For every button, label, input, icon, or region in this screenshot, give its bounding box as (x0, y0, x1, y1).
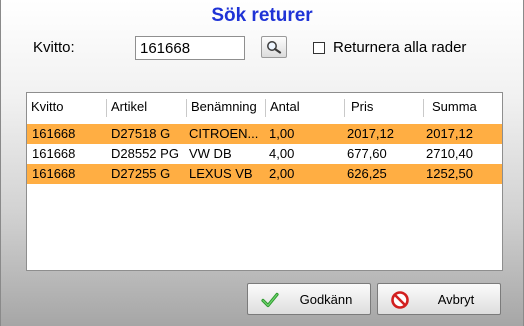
cell-antal: 1,00 (269, 126, 295, 141)
cell-summa: 2017,12 (426, 126, 473, 141)
table-row[interactable]: 161668 D27255 G LEXUS VB 2,00 626,25 125… (27, 164, 502, 184)
magnifier-icon (267, 41, 282, 54)
column-header-summa[interactable]: Summa (424, 93, 502, 121)
search-button[interactable] (261, 36, 287, 58)
table-header: Kvitto Artikel Benämning Antal Pris Summ… (27, 93, 502, 121)
approve-button-label: Godkänn (299, 292, 353, 307)
cell-kvitto: 161668 (32, 126, 76, 141)
cell-pris: 626,25 (347, 166, 387, 181)
cell-antal: 4,00 (269, 146, 295, 161)
cell-kvitto: 161668 (32, 146, 76, 161)
cell-benamning: CITROEN... (189, 126, 259, 141)
dialog-title: Sök returer (211, 5, 313, 26)
kvitto-label: Kvitto: (33, 39, 75, 56)
column-header-benamning[interactable]: Benämning (187, 93, 265, 121)
cell-antal: 2,00 (269, 166, 295, 181)
column-header-pris[interactable]: Pris (345, 93, 423, 121)
cell-kvitto: 161668 (32, 166, 76, 181)
approve-button[interactable]: Godkänn (247, 283, 371, 315)
kvitto-input[interactable] (135, 36, 245, 60)
cell-summa: 1252,50 (426, 166, 473, 181)
table-row[interactable]: 161668 D27518 G CITROEN... 1,00 2017,12 … (27, 124, 502, 144)
cancel-button-label: Avbryt (437, 292, 475, 307)
column-header-antal[interactable]: Antal (266, 93, 344, 121)
return-all-label: Returnera alla rader (333, 39, 467, 56)
return-all-toggle[interactable]: Returnera alla rader (313, 39, 466, 56)
column-header-kvitto[interactable]: Kvitto (27, 93, 106, 121)
cell-artikel: D27518 G (111, 126, 171, 141)
table-row[interactable]: 161668 D28552 PG VW DB 4,00 677,60 2710,… (27, 144, 502, 164)
cell-benamning: LEXUS VB (189, 166, 253, 181)
cancel-button[interactable]: Avbryt (377, 283, 501, 315)
checkmark-icon (261, 292, 279, 308)
cell-artikel: D28552 PG (111, 146, 179, 161)
cell-benamning: VW DB (189, 146, 232, 161)
return-search-dialog: Sök returer Kvitto: Returnera alla rader… (0, 0, 524, 326)
return-all-checkbox[interactable] (313, 41, 325, 54)
column-header-artikel[interactable]: Artikel (107, 93, 186, 121)
cell-summa: 2710,40 (426, 146, 473, 161)
no-entry-icon (391, 291, 409, 309)
returns-table[interactable]: Kvitto Artikel Benämning Antal Pris Summ… (26, 92, 503, 271)
cell-pris: 677,60 (347, 146, 387, 161)
cell-pris: 2017,12 (347, 126, 394, 141)
cell-artikel: D27255 G (111, 166, 171, 181)
